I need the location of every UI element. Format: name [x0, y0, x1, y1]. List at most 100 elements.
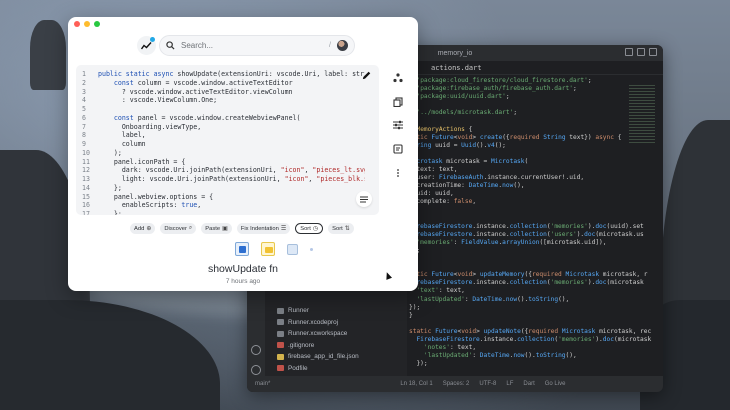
status-item[interactable]: LF: [506, 381, 513, 387]
toggle-sidebar-icon[interactable]: [625, 48, 633, 56]
file-icon: [277, 330, 284, 337]
editor-line: creationTime: DateTime.now(),: [409, 182, 525, 190]
snippet-code: 1 public static async showUpdate(extensio…: [82, 70, 365, 215]
search-bar[interactable]: /: [159, 35, 355, 56]
chip-icon: ☰: [280, 226, 287, 232]
avatar[interactable]: [337, 40, 348, 51]
tree-item[interactable]: Podfile: [277, 363, 359, 375]
more-vertical-icon[interactable]: [393, 168, 403, 178]
status-item[interactable]: Spaces: 2: [443, 381, 470, 387]
copy-icon[interactable]: [393, 97, 403, 107]
line-number: 8: [82, 131, 86, 140]
search-shortcut: /: [329, 42, 331, 49]
status-item[interactable]: UTF-8: [479, 381, 496, 387]
line-text: light: vscode.Uri.joinPath(extensionUri,…: [98, 175, 365, 183]
line-text: enableScripts: true,: [98, 201, 202, 210]
tree-item-label: Runner.xcodeproj: [288, 318, 339, 326]
toggle-aux-bar-icon[interactable]: [649, 48, 657, 56]
code-line: 4 : vscode.ViewColumn.One;: [82, 96, 365, 105]
code-line: 11 panel.iconPath = {: [82, 158, 365, 167]
line-number: 2: [82, 78, 86, 87]
zoom-window-button[interactable]: [94, 21, 100, 27]
line-text: const column = vscode.window.activeTextE…: [113, 78, 293, 87]
asset-dot-icon[interactable]: [310, 247, 313, 251]
asset-folder-icon[interactable]: [261, 242, 275, 256]
editor-line: FirebaseFirestore.instance.collection('m…: [409, 279, 644, 287]
line-text: public static async showUpdate(extension…: [98, 70, 365, 78]
status-item[interactable]: Go Live: [545, 381, 566, 387]
close-window-button[interactable]: [74, 21, 80, 27]
tree-item[interactable]: Runner.xcodeproj: [277, 317, 359, 329]
vscode-window-title: memory_io: [437, 49, 473, 57]
action-chip-add[interactable]: Add ⊕: [130, 223, 156, 234]
code-line: 8 label,: [82, 131, 365, 140]
line-number: 6: [82, 113, 86, 122]
edit-pencil-icon[interactable]: [361, 70, 372, 81]
tree-item-label: Podfile: [288, 364, 308, 372]
snippet-menu-button[interactable]: [356, 191, 372, 207]
code-line: 3 ? vscode.window.activeTextEditor.viewC…: [82, 88, 365, 97]
settings-gear-icon[interactable]: [251, 365, 261, 375]
editor-line: text: text,: [409, 166, 458, 174]
editor-line: static Future<void> updateNote({required…: [409, 327, 652, 335]
tree-item[interactable]: firebase_app_id_file.json: [277, 351, 359, 363]
code-line: 15 panel.webview.options = {: [82, 193, 365, 202]
code-snippet-card[interactable]: 1 public static async showUpdate(extensio…: [76, 65, 379, 215]
action-chip-discover[interactable]: Discover ⌕: [160, 223, 197, 234]
action-chip-paste[interactable]: Paste ▣: [201, 223, 232, 234]
line-number: 1: [82, 70, 86, 78]
code-line: 7 Onboarding.viewType,: [82, 123, 365, 132]
code-line: 17 };: [82, 210, 365, 215]
line-text: );: [98, 148, 122, 157]
editor-tab[interactable]: actions.dart: [417, 61, 663, 75]
action-chip-sort[interactable]: Sort ⇅: [328, 223, 354, 234]
code-editor[interactable]: t 'package:cloud_firestore/cloud_firesto…: [407, 77, 663, 376]
asset-image-icon[interactable]: [287, 243, 298, 255]
toggle-panel-icon[interactable]: [637, 48, 645, 56]
action-chip-sort[interactable]: Sort ◷: [295, 223, 324, 234]
line-number: 13: [82, 175, 90, 183]
line-text: };: [98, 210, 122, 215]
editor-line: 'text': text,: [416, 287, 465, 295]
status-item[interactable]: Dart: [523, 381, 534, 387]
search-icon: [166, 41, 175, 50]
status-item[interactable]: Ln 18, Col 1: [400, 381, 432, 387]
action-chip-fix-indentation[interactable]: Fix Indentation ☰: [236, 223, 291, 234]
line-text: label,: [98, 131, 146, 140]
layout-controls: [625, 48, 657, 56]
tree-item[interactable]: Runner: [277, 305, 359, 317]
tree-item-label: .gitignore: [288, 341, 315, 349]
asset-file-icon[interactable]: [235, 242, 249, 256]
adjust-sliders-icon[interactable]: [393, 120, 403, 130]
minimize-window-button[interactable]: [84, 21, 90, 27]
line-number: 4: [82, 96, 86, 105]
editor-line: );: [409, 207, 663, 215]
status-bar: main* Ln 18, Col 1 Spaces: 2 UTF-8 LF Dart Go …: [247, 376, 663, 392]
tree-item[interactable]: Runner.xcworkspace: [277, 328, 359, 340]
status-item[interactable]: main*: [255, 381, 270, 387]
minimap[interactable]: [629, 85, 655, 145]
chip-icon: ⌕: [188, 225, 193, 231]
tree-item-label: Runner.xcworkspace: [288, 330, 348, 338]
pieces-logo-button[interactable]: [137, 36, 156, 55]
code-line: 10 );: [82, 149, 365, 158]
editor-line: 'memories': FieldValue.arrayUnion([micro…: [416, 238, 607, 246]
tree-item[interactable]: .gitignore: [277, 340, 359, 352]
editor-line: FirebaseFirestore.instance.collection('m…: [409, 222, 644, 230]
note-icon[interactable]: [393, 144, 403, 154]
tree-item-label: firebase_app_id_file.json: [288, 353, 359, 361]
code-line: 13 light: vscode.Uri.joinPath(extensionU…: [82, 175, 365, 184]
trend-icon: [141, 42, 152, 50]
editor-line: 'lastUpdated': DateTime.now().toString()…: [423, 352, 577, 360]
editor-line: FirebaseFirestore.instance.collection('m…: [416, 336, 652, 343]
account-icon[interactable]: [251, 345, 261, 355]
tree-item-label: Runner: [288, 307, 309, 315]
line-text: Onboarding.viewType,: [98, 122, 202, 131]
line-number: 5: [82, 105, 86, 113]
file-icon: [277, 307, 284, 314]
share-icon[interactable]: [393, 73, 403, 83]
line-text: : vscode.ViewColumn.One;: [98, 96, 218, 105]
search-input[interactable]: [181, 41, 330, 50]
